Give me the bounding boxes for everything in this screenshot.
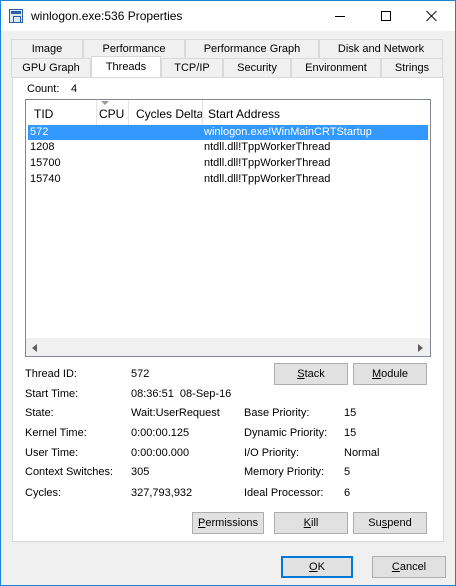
state-value: Wait:UserRequest [131, 407, 220, 419]
table-row[interactable]: 1208 ntdll.dll!TppWorkerThread [28, 140, 428, 155]
cell-start-address: winlogon.exe!WinMainCRTStartup [204, 126, 372, 138]
module-button-mnemonic: M [371, 368, 382, 380]
kernel-time-value: 0:00:00.125 [131, 427, 190, 439]
context-switches-label: Context Switches: [25, 466, 114, 478]
memory-priority-label: Memory Priority: [244, 466, 325, 478]
count-label: Count: [27, 83, 60, 95]
memory-priority-value: 5 [344, 466, 351, 478]
table-row[interactable]: 15700 ntdll.dll!TppWorkerThread [28, 156, 428, 171]
context-switches-value: 305 [131, 466, 150, 478]
list-header: TID CPU Cycles Delta Start Address [26, 100, 430, 126]
base-priority-label: Base Priority: [244, 407, 310, 419]
dynamic-priority-label: Dynamic Priority: [244, 427, 328, 439]
kill-button[interactable]: Kill [274, 512, 348, 534]
tab-threads[interactable]: Threads [91, 56, 161, 77]
start-time-value: 08:36:51 08-Sep-16 [131, 388, 232, 400]
cancel-button-mnemonic: C [391, 561, 400, 573]
arrow-left-icon[interactable] [32, 344, 37, 352]
thread-id-label: Thread ID: [25, 368, 77, 380]
window-title: winlogon.exe:536 Properties [31, 9, 183, 23]
cell-start-address: ntdll.dll!TppWorkerThread [204, 141, 331, 153]
cell-tid: 15740 [30, 173, 61, 185]
start-time-label: Start Time: [25, 388, 79, 400]
cell-tid: 572 [30, 126, 49, 138]
thread-id-value: 572 [131, 368, 150, 380]
threads-list[interactable]: TID CPU Cycles Delta Start Address 572 w… [25, 99, 431, 357]
close-button[interactable] [409, 1, 455, 31]
count-value: 4 [71, 83, 78, 95]
sort-descending-icon [101, 101, 109, 105]
suspend-button[interactable]: Su s pend [353, 512, 427, 534]
column-header-cycles-delta[interactable]: Cycles Delta [136, 107, 203, 121]
tab-image[interactable]: Image [11, 39, 83, 58]
kill-button-label: ill [311, 517, 319, 529]
minimize-icon [335, 15, 345, 17]
cell-start-address: ntdll.dll!TppWorkerThread [204, 157, 331, 169]
state-label: State: [25, 407, 54, 419]
base-priority-value: 15 [344, 407, 357, 419]
ok-button[interactable]: OK [281, 556, 353, 578]
table-row[interactable]: 572 winlogon.exe!WinMainCRTStartup [28, 125, 428, 140]
kernel-time-label: Kernel Time: [25, 427, 87, 439]
cell-tid: 15700 [30, 157, 61, 169]
io-priority-label: I/O Priority: [244, 447, 300, 459]
io-priority-value: Normal [344, 447, 380, 459]
suspend-button-prefix: Su [368, 517, 382, 529]
cycles-value: 327,793,932 [131, 487, 193, 499]
column-header-cpu[interactable]: CPU [99, 107, 124, 121]
permissions-button-mnemonic: P [198, 517, 206, 529]
tab-environment[interactable]: Environment [291, 58, 381, 77]
cell-tid: 1208 [30, 141, 55, 153]
minimize-button[interactable] [317, 1, 363, 31]
cancel-button[interactable]: Cancel [372, 556, 446, 578]
maximize-icon [381, 11, 391, 21]
maximize-button[interactable] [363, 1, 409, 31]
cell-start-address: ntdll.dll!TppWorkerThread [204, 173, 331, 185]
tab-strings[interactable]: Strings [381, 58, 443, 77]
suspend-button-label: pend [387, 517, 412, 529]
process-window-icon [9, 9, 23, 23]
column-divider[interactable] [96, 100, 97, 126]
user-time-label: User Time: [25, 447, 79, 459]
horizontal-scrollbar[interactable] [26, 338, 430, 356]
stack-button-mnemonic: S [297, 368, 305, 380]
tab-tcp-ip[interactable]: TCP/IP [161, 58, 223, 77]
column-header-start-address[interactable]: Start Address [208, 107, 280, 121]
permissions-button-label: ermissions [205, 517, 258, 529]
tab-performance-graph[interactable]: Performance Graph [185, 39, 319, 58]
ok-button-mnemonic: O [309, 561, 318, 573]
tab-gpu-graph[interactable]: GPU Graph [11, 58, 91, 77]
title-bar[interactable]: winlogon.exe:536 Properties [1, 1, 455, 31]
user-time-value: 0:00:00.000 [131, 447, 190, 459]
tab-disk-and-network[interactable]: Disk and Network [319, 39, 443, 58]
permissions-button[interactable]: Permissions [192, 512, 264, 534]
module-button[interactable]: Module [353, 363, 427, 385]
ideal-processor-label: Ideal Processor: [244, 487, 324, 499]
stack-button-label: tack [304, 368, 325, 380]
cycles-label: Cycles: [25, 487, 62, 499]
column-divider[interactable] [202, 100, 203, 126]
column-header-tid[interactable]: TID [34, 107, 53, 121]
ok-button-label: K [317, 561, 325, 573]
cancel-button-label: ancel [399, 561, 427, 573]
kill-button-mnemonic: K [303, 517, 311, 529]
close-icon [426, 10, 438, 22]
module-button-label: odule [381, 368, 409, 380]
ideal-processor-value: 6 [344, 487, 351, 499]
dynamic-priority-value: 15 [344, 427, 357, 439]
column-divider[interactable] [128, 100, 129, 126]
stack-button[interactable]: Stack [274, 363, 348, 385]
arrow-right-icon[interactable] [418, 344, 423, 352]
tab-security[interactable]: Security [223, 58, 291, 77]
properties-window: winlogon.exe:536 Properties Image Perfor… [0, 0, 456, 586]
table-row[interactable]: 15740 ntdll.dll!TppWorkerThread [28, 172, 428, 187]
